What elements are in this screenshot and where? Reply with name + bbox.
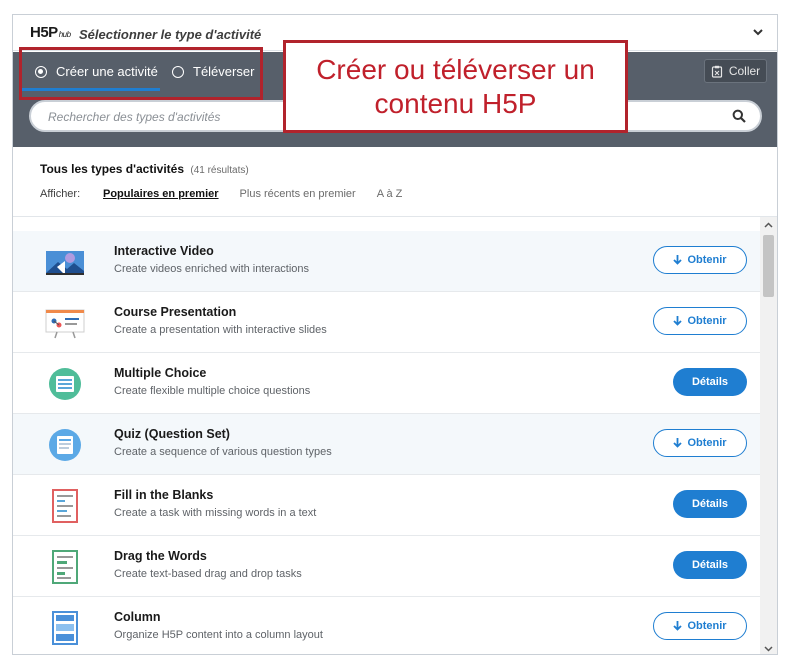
- list-item[interactable]: Drag the Words Create text-based drag an…: [13, 536, 761, 597]
- get-button-label: Obtenir: [687, 315, 727, 327]
- results-title: Tous les types d'activités (41 résultats…: [40, 162, 249, 176]
- filter-bar: Tous les types d'activités (41 résultats…: [13, 147, 777, 217]
- list-item[interactable]: Multiple Choice Create flexible multiple…: [13, 353, 761, 414]
- quiz-icon: [49, 429, 81, 461]
- scroll-down-icon[interactable]: [764, 644, 773, 653]
- list-item[interactable]: Fill in the Blanks Create a task with mi…: [13, 475, 761, 536]
- scroll-up-icon[interactable]: [764, 221, 773, 230]
- arrow-down-icon: [673, 438, 683, 448]
- item-name: Quiz (Question Set): [114, 427, 230, 441]
- item-name: Course Presentation: [114, 305, 237, 319]
- clipboard-icon: [711, 65, 722, 78]
- get-button-label: Obtenir: [687, 254, 727, 266]
- scroll-thumb[interactable]: [763, 235, 774, 297]
- sort-newest[interactable]: Plus récents en premier: [240, 188, 356, 200]
- list-item[interactable]: Interactive Video Create videos enriched…: [13, 231, 761, 292]
- list-item[interactable]: Column Organize H5P content into a colum…: [13, 597, 761, 654]
- annotation-highlight: [19, 47, 263, 100]
- fill-blanks-icon: [52, 489, 78, 523]
- hub-title: Sélectionner le type d'activité: [79, 27, 262, 42]
- h5p-logo: H5Phub: [30, 24, 71, 41]
- annotation-callout: Créer ou téléverser un contenu H5P: [283, 40, 628, 133]
- item-description: Create text-based drag and drop tasks: [114, 568, 302, 580]
- get-button[interactable]: Obtenir: [653, 612, 747, 640]
- item-description: Create a sequence of various question ty…: [114, 446, 332, 458]
- details-button[interactable]: Détails: [673, 368, 747, 396]
- item-description: Organize H5P content into a column layou…: [114, 629, 323, 641]
- paste-button[interactable]: Coller: [704, 59, 767, 83]
- sort-alphabetical[interactable]: A à Z: [377, 188, 403, 200]
- interactive-video-icon: [46, 251, 84, 275]
- sort-popular[interactable]: Populaires en premier: [103, 188, 219, 200]
- arrow-down-icon: [673, 316, 683, 326]
- get-button-label: Obtenir: [687, 620, 727, 632]
- get-button[interactable]: Obtenir: [653, 246, 747, 274]
- search-placeholder: Rechercher des types d'activités: [48, 110, 221, 124]
- course-presentation-icon: [45, 309, 85, 339]
- arrow-down-icon: [673, 621, 683, 631]
- drag-words-icon: [52, 550, 78, 584]
- details-button[interactable]: Détails: [673, 551, 747, 579]
- paste-label: Coller: [728, 64, 761, 78]
- get-button-label: Obtenir: [687, 437, 727, 449]
- sort-label: Afficher:: [40, 188, 81, 200]
- arrow-down-icon: [673, 255, 683, 265]
- item-name: Column: [114, 610, 161, 624]
- results-count: (41 résultats): [190, 165, 249, 176]
- scrollbar[interactable]: [760, 217, 777, 654]
- multiple-choice-icon: [49, 368, 81, 400]
- annotation-line-1: Créer ou téléverser un: [316, 54, 595, 85]
- get-button[interactable]: Obtenir: [653, 307, 747, 335]
- list-item[interactable]: Quiz (Question Set) Create a sequence of…: [13, 414, 761, 475]
- list-item[interactable]: Course Presentation Create a presentatio…: [13, 292, 761, 353]
- item-description: Create flexible multiple choice question…: [114, 385, 311, 397]
- chevron-down-icon[interactable]: [751, 25, 765, 39]
- item-name: Fill in the Blanks: [114, 488, 214, 502]
- search-icon[interactable]: [732, 109, 746, 123]
- sort-options: Afficher: Populaires en premier Plus réc…: [40, 188, 423, 200]
- get-button[interactable]: Obtenir: [653, 429, 747, 457]
- item-description: Create videos enriched with interactions: [114, 263, 310, 275]
- item-description: Create a presentation with interactive s…: [114, 324, 327, 336]
- item-name: Drag the Words: [114, 549, 207, 563]
- item-name: Multiple Choice: [114, 366, 207, 380]
- content-type-list: Interactive Video Create videos enriched…: [13, 231, 761, 654]
- item-description: Create a task with missing words in a te…: [114, 507, 317, 519]
- annotation-line-2: contenu H5P: [374, 88, 537, 119]
- column-icon: [52, 611, 78, 645]
- details-button[interactable]: Détails: [673, 490, 747, 518]
- item-name: Interactive Video: [114, 244, 214, 258]
